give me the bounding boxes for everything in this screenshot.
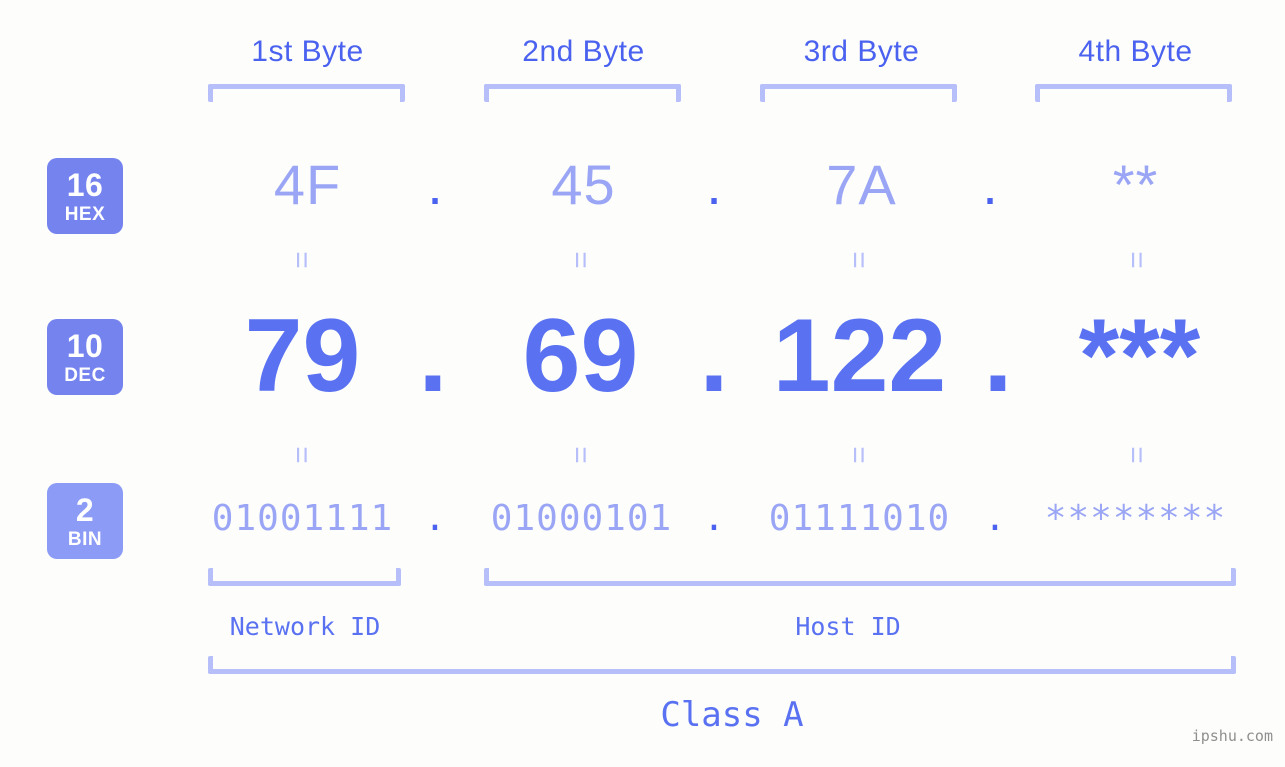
base-badge-hex: 16 HEX <box>47 158 123 234</box>
equals-connector-dec-bin-2: = <box>564 446 597 464</box>
class-label: Class A <box>660 695 804 735</box>
byte-bracket-4 <box>1035 84 1232 102</box>
bin-separator-3: . <box>984 498 1006 539</box>
hex-separator-2: . <box>706 153 722 216</box>
ip-address-breakdown-diagram: 1st Byte 2nd Byte 3rd Byte 4th Byte 16 H… <box>0 0 1285 767</box>
base-badge-dec-name: DEC <box>64 364 106 386</box>
host-id-bracket <box>484 568 1236 586</box>
hex-byte-1: 4F <box>273 153 342 216</box>
base-badge-hex-name: HEX <box>64 203 106 225</box>
bin-separator-2: . <box>703 498 725 539</box>
equals-connector-hex-dec-3: = <box>842 251 875 269</box>
byte-header-3: 3rd Byte <box>803 35 920 68</box>
hex-byte-2: 45 <box>551 153 616 216</box>
dec-byte-1: 79 <box>244 298 361 414</box>
equals-connector-dec-bin-1: = <box>285 446 318 464</box>
dec-byte-4: *** <box>1078 298 1201 414</box>
base-badge-bin: 2 BIN <box>47 483 123 559</box>
byte-header-4: 4th Byte <box>1078 35 1193 68</box>
dec-byte-2: 69 <box>522 298 639 414</box>
site-watermark: ipshu.com <box>1191 727 1273 745</box>
byte-header-1: 1st Byte <box>251 35 364 68</box>
base-badge-dec: 10 DEC <box>47 319 123 395</box>
base-badge-dec-number: 10 <box>66 327 104 364</box>
equals-connector-hex-dec-1: = <box>285 251 318 269</box>
hex-byte-3: 7A <box>826 153 897 216</box>
equals-connector-dec-bin-4: = <box>1120 446 1153 464</box>
dec-separator-2: . <box>699 298 729 414</box>
equals-connector-dec-bin-3: = <box>842 446 875 464</box>
byte-header-2: 2nd Byte <box>522 35 645 68</box>
class-bracket <box>208 656 1236 674</box>
network-id-bracket <box>208 568 401 586</box>
equals-connector-hex-dec-2: = <box>564 251 597 269</box>
bin-byte-1: 01001111 <box>211 498 394 539</box>
equals-connector-hex-dec-4: = <box>1120 251 1153 269</box>
dec-separator-3: . <box>983 298 1013 414</box>
network-id-label: Network ID <box>229 612 381 641</box>
hex-byte-4: ** <box>1112 153 1159 216</box>
byte-bracket-2 <box>484 84 681 102</box>
hex-separator-3: . <box>982 153 998 216</box>
bin-byte-4: ******** <box>1044 498 1227 539</box>
byte-bracket-1 <box>208 84 405 102</box>
base-badge-bin-number: 2 <box>75 491 95 528</box>
host-id-label: Host ID <box>795 612 901 641</box>
dec-byte-3: 122 <box>772 298 947 414</box>
hex-separator-1: . <box>427 153 443 216</box>
byte-bracket-3 <box>760 84 957 102</box>
dec-separator-1: . <box>418 298 448 414</box>
base-badge-hex-number: 16 <box>66 166 104 203</box>
bin-byte-3: 01111010 <box>768 498 951 539</box>
bin-byte-2: 01000101 <box>490 498 673 539</box>
base-badge-bin-name: BIN <box>67 528 103 550</box>
bin-separator-1: . <box>424 498 446 539</box>
